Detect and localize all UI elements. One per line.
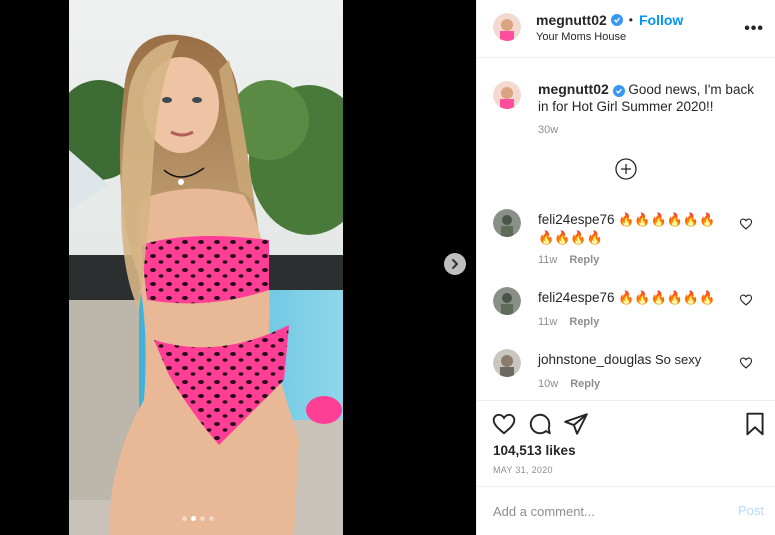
comment-time[interactable]: 10w [538,378,558,390]
more-icon[interactable]: ••• [744,20,764,38]
reply-button[interactable]: Reply [570,378,600,390]
heart-icon[interactable] [491,411,517,437]
likes-count[interactable]: 104,513 likes [493,443,576,458]
comment-time[interactable]: 11w [538,254,557,266]
comment-input[interactable] [493,501,723,521]
heart-icon[interactable] [739,356,753,370]
heart-icon[interactable] [739,293,753,307]
post-media [0,0,476,535]
action-bar: 104,513 likes MAY 31, 2020 [477,400,775,486]
add-comment-bar: Post [477,486,775,535]
carousel-dot [200,516,205,521]
post-photo[interactable] [69,0,343,535]
post-location[interactable]: Your Moms House [536,31,626,43]
verified-icon [610,14,623,26]
bookmark-icon[interactable] [742,411,768,437]
follow-button[interactable]: Follow [639,12,683,28]
carousel-dot [182,516,187,521]
next-arrow-icon [452,259,458,269]
post-username[interactable]: megnutt02 [536,12,607,28]
reply-button[interactable]: Reply [569,316,599,328]
post-date[interactable]: MAY 31, 2020 [493,465,553,475]
post-comment-button[interactable]: Post [738,503,764,518]
verified-icon [612,85,625,97]
avatar[interactable] [493,209,521,237]
avatar[interactable] [493,287,521,315]
next-arrow-button[interactable] [444,253,466,275]
caption-time[interactable]: 30w [538,124,558,136]
comment-username[interactable]: feli24espe76 [538,212,615,227]
comment-icon[interactable] [527,411,553,437]
comments-section: megnutt02 Good news, I'm back in for Hot… [477,59,775,399]
post-panel: megnutt02 • Follow Your Moms House ••• m… [476,0,775,535]
separator-bullet: • [628,13,633,27]
comment-username[interactable]: johnstone_douglas [538,352,651,367]
caption-username[interactable]: megnutt02 [538,81,609,97]
carousel-dot-active [191,516,196,521]
comment-text: So sexy [651,352,702,367]
reply-button[interactable]: Reply [569,254,599,266]
avatar[interactable] [493,81,521,109]
share-icon[interactable] [563,411,589,437]
comment-text: 🔥🔥🔥🔥🔥🔥 [614,290,716,305]
avatar[interactable] [493,13,521,41]
carousel-dots [182,516,214,521]
avatar[interactable] [493,349,521,377]
plus-circle-icon[interactable] [615,158,637,180]
comment-time[interactable]: 11w [538,316,557,328]
heart-icon[interactable] [739,217,753,231]
comment-username[interactable]: feli24espe76 [538,290,615,305]
post-header: megnutt02 • Follow Your Moms House ••• [477,0,775,58]
carousel-dot [209,516,214,521]
